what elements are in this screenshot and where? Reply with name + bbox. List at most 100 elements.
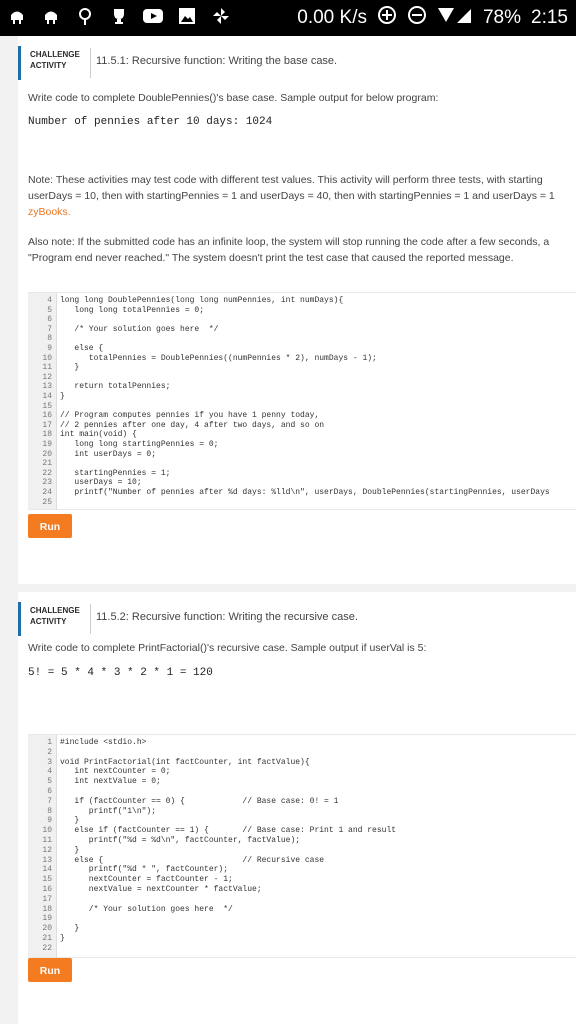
do-not-disturb-icon [407, 5, 427, 31]
line-number: 1 [47, 738, 52, 747]
status-bar: 0.00 K/s 78% 2:15 [0, 0, 576, 36]
line-number: 9 [47, 816, 52, 826]
activity-tag: CHALLENGE ACTIVITY [30, 49, 80, 71]
code-text: } [60, 934, 65, 943]
activity-tag: CHALLENGE ACTIVITY [30, 605, 80, 627]
line-number: 18 [42, 904, 52, 914]
line-number: 19 [42, 440, 52, 449]
header-accent-bar [18, 602, 21, 636]
line-number: 21 [42, 934, 52, 943]
code-text: nextValue = nextCounter * factValue; [60, 885, 262, 894]
code-text: /* Your solution goes here */ [60, 324, 219, 334]
line-number: 20 [42, 449, 52, 459]
line-number: 11 [42, 363, 52, 373]
image-icon [176, 6, 198, 32]
line-number: 4 [47, 296, 52, 305]
run-button[interactable]: Run [28, 958, 72, 982]
activity-header: CHALLENGE ACTIVITY 11.5.2: Recursive fun… [18, 602, 576, 636]
tag-line: CHALLENGE [30, 50, 80, 59]
code-text: long long DoublePennies(long long numPen… [60, 296, 344, 305]
data-saver-icon [377, 5, 397, 31]
location-icon [74, 6, 96, 32]
code-text: // Program computes pennies if you have … [60, 411, 320, 421]
code-text: int main(void) { [60, 430, 137, 440]
code-text: totalPennies = DoublePennies((numPennies… [60, 353, 377, 363]
line-number: 9 [47, 344, 52, 353]
code-text: else { // Recursive case [60, 855, 325, 865]
code-text: if (factCounter == 0) { // Base case: 0!… [60, 796, 339, 806]
line-number: 14 [42, 392, 52, 401]
line-number: 7 [47, 796, 52, 806]
code-text: printf("%d * ", factCounter); [60, 865, 229, 875]
line-number: 8 [47, 334, 52, 344]
signal-icon [437, 5, 473, 31]
note-line: Note: These activities may test code wit… [28, 174, 543, 186]
note-line: userDays = 10, then with startingPennies… [28, 190, 555, 202]
header-divider [90, 604, 91, 634]
code-text: printf("%d = %d\n", factCounter, factVal… [60, 836, 301, 845]
line-number: 12 [42, 372, 52, 382]
line-number: 10 [42, 826, 52, 836]
pinwheel-icon [210, 6, 232, 32]
line-number: 15 [42, 401, 52, 411]
status-right: 0.00 K/s 78% 2:15 [297, 5, 568, 31]
tag-line: CHALLENGE [30, 606, 80, 615]
code-text: else { [60, 344, 104, 353]
code-text: int nextValue = 0; [60, 777, 161, 787]
activity-header: CHALLENGE ACTIVITY 11.5.1: Recursive fun… [18, 46, 576, 80]
header-accent-bar [18, 46, 21, 80]
line-number: 8 [47, 806, 52, 816]
line-number: 15 [42, 875, 52, 885]
code-editor[interactable]: 4 long long DoublePennies(long long numPe… [28, 292, 576, 510]
code-text: printf("1\n"); [60, 806, 157, 816]
instruction-text: Write code to complete PrintFactorial()'… [28, 642, 427, 654]
line-number: 6 [47, 315, 52, 325]
code-text: #include <stdio.h> [60, 738, 147, 747]
challenge-activity-card-2: CHALLENGE ACTIVITY 11.5.2: Recursive fun… [18, 592, 576, 1024]
sample-output: 5! = 5 * 4 * 3 * 2 * 1 = 120 [28, 667, 213, 679]
line-number: 12 [42, 845, 52, 855]
code-text: } [60, 845, 80, 855]
line-number: 11 [42, 836, 52, 845]
battery-level: 78% [482, 7, 522, 28]
code-text: return totalPennies; [60, 382, 171, 392]
net-speed: 0.00 K/s [297, 7, 367, 28]
code-text: } [60, 363, 80, 373]
line-number: 3 [47, 757, 52, 767]
line-number: 2 [47, 747, 52, 757]
line-number: 16 [42, 885, 52, 894]
tag-line: ACTIVITY [30, 61, 67, 70]
line-number: 25 [42, 497, 52, 507]
run-button[interactable]: Run [28, 514, 72, 538]
line-number: 4 [47, 767, 52, 777]
line-number: 24 [42, 488, 52, 497]
code-text: // 2 pennies after one day, 4 after two … [60, 420, 325, 430]
code-text: printf("Number of pennies after %d days:… [60, 488, 550, 497]
line-number: 18 [42, 430, 52, 440]
code-text: long long startingPennies = 0; [60, 440, 219, 449]
code-text: nextCounter = factCounter - 1; [60, 875, 233, 885]
code-text: startingPennies = 1; [60, 468, 171, 478]
line-number: 17 [42, 420, 52, 430]
tag-line: ACTIVITY [30, 617, 67, 626]
code-text: } [60, 392, 65, 401]
code-text: long long totalPennies = 0; [60, 305, 205, 315]
clock: 2:15 [531, 7, 568, 28]
instruction-text: Write code to complete DoublePennies()'s… [28, 92, 439, 104]
activity-title: 11.5.2: Recursive function: Writing the … [96, 611, 358, 623]
android-icon [40, 6, 62, 32]
zybooks-link[interactable]: zyBooks. [28, 205, 71, 220]
also-note-line: Also note: If the submitted code has an … [28, 236, 550, 248]
code-text: } [60, 816, 80, 826]
line-number: 13 [42, 855, 52, 865]
line-number: 21 [42, 459, 52, 469]
line-number: 5 [47, 777, 52, 787]
line-number: 20 [42, 924, 52, 934]
challenge-activity-card-1: CHALLENGE ACTIVITY 11.5.1: Recursive fun… [18, 36, 576, 584]
also-note-line: "Program end never reached." The system … [28, 252, 514, 264]
code-editor[interactable]: 1 #include <stdio.h> 2 3 void PrintFactorial… [28, 734, 576, 958]
activity-title: 11.5.1: Recursive function: Writing the … [96, 55, 338, 67]
youtube-icon [142, 6, 164, 32]
line-number: 10 [42, 353, 52, 363]
line-number: 16 [42, 411, 52, 421]
